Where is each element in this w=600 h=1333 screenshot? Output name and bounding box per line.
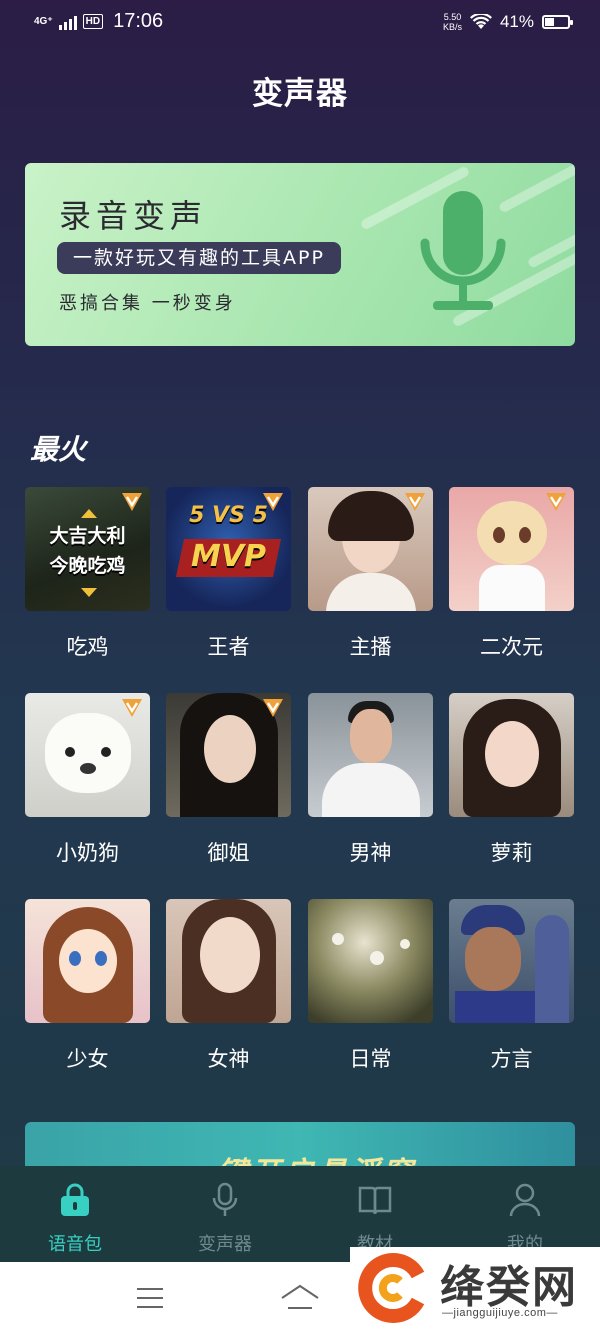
portrait-face (485, 721, 539, 787)
voice-pack-label: 方言 (490, 1047, 533, 1071)
voice-pack-label: 少女 (66, 1047, 109, 1071)
portrait-hair (328, 491, 414, 541)
voice-pack-item[interactable]: 主播 (308, 487, 433, 661)
voice-pack-label: 御姐 (207, 841, 250, 865)
voice-pack-label: 主播 (349, 635, 392, 659)
person-icon (509, 1183, 541, 1217)
voice-pack-thumbnail (25, 693, 150, 817)
banner-title: 录音变声 (59, 197, 208, 235)
watermark-logo-icon (358, 1253, 425, 1323)
record-banner[interactable]: 录音变声 一款好玩又有趣的工具APP 恶搞合集 一秒变身 (25, 163, 575, 346)
voice-pack-label: 吃鸡 (66, 635, 109, 659)
tab-voice-changer[interactable]: 变声器 (165, 1182, 285, 1256)
vip-badge-icon (405, 493, 425, 511)
voice-pack-thumbnail: 5 VS 5 MVP (166, 487, 291, 611)
thumb-caption: 大吉大利 (49, 525, 126, 547)
book-icon (358, 1186, 392, 1215)
battery-percent: 41% (499, 12, 534, 31)
tab-label: 语音包 (48, 1234, 102, 1255)
voice-pack-item[interactable]: 小奶狗 (25, 693, 150, 867)
voice-pack-thumbnail: 大吉大利 今晚吃鸡 (25, 487, 150, 611)
thumb-caption: MVP (190, 539, 267, 574)
vip-badge-icon (122, 699, 142, 717)
vip-badge-icon (546, 493, 566, 511)
voice-pack-item[interactable]: 日常 (308, 899, 433, 1073)
banner-subtitle: 恶搞合集 一秒变身 (59, 293, 236, 314)
voice-pack-label: 男神 (349, 841, 392, 865)
arrow-up-icon (81, 509, 97, 518)
voice-pack-item[interactable]: 御姐 (166, 693, 291, 867)
dandelion (332, 933, 344, 945)
vip-badge-icon (122, 493, 142, 511)
tab-mine[interactable]: 我的 (465, 1182, 585, 1256)
portrait-face (204, 715, 256, 783)
voice-pack-label: 女神 (207, 1047, 250, 1071)
voice-pack-thumbnail (449, 693, 574, 817)
voice-pack-item[interactable]: 男神 (308, 693, 433, 867)
voice-pack-thumbnail (449, 899, 574, 1023)
watermark-url: —jiangguijiuye.com— (442, 1307, 558, 1319)
dog-face (45, 713, 131, 793)
status-bar: 4G⁺ HD 17:06 5.50 KB/s 41% (0, 0, 600, 46)
voice-pack-thumbnail (449, 487, 574, 611)
voice-pack-item[interactable]: 女神 (166, 899, 291, 1073)
network-type: 4G⁺ (34, 15, 53, 27)
lock-bag-icon (61, 1183, 89, 1216)
tab-label: 变声器 (198, 1234, 252, 1255)
voice-pack-thumbnail (166, 693, 291, 817)
hd-badge: HD (82, 14, 104, 29)
wifi-icon (469, 14, 492, 29)
voice-pack-label: 王者 (207, 635, 250, 659)
clock: 17:06 (113, 10, 164, 32)
tab-materials[interactable]: 教材 (315, 1182, 435, 1256)
voice-pack-label: 二次元 (480, 635, 543, 659)
section-title-hot: 最火 (30, 433, 87, 466)
watermark-name: 绛癸网 (440, 1262, 578, 1313)
portrait-face (350, 709, 392, 763)
voice-pack-thumbnail (308, 487, 433, 611)
speed-value: 5.50 (443, 12, 462, 22)
voice-pack-item[interactable]: 二次元 (449, 487, 574, 661)
microphone-icon (420, 191, 506, 310)
speed-unit: KB/s (442, 22, 462, 32)
voice-pack-item[interactable]: 萝莉 (449, 693, 574, 867)
vip-badge-icon (263, 493, 283, 511)
signal-icon (58, 14, 77, 30)
page-title: 变声器 (252, 76, 348, 112)
network-speed: 5.50 KB/s (443, 12, 462, 32)
portrait-face (200, 917, 260, 993)
arrow-down-icon (81, 588, 97, 597)
portrait-face (465, 927, 521, 991)
voice-pack-label: 萝莉 (490, 841, 533, 865)
voice-pack-item[interactable]: 方言 (449, 899, 574, 1073)
battery-fill (545, 18, 554, 26)
banner-tagline: 一款好玩又有趣的工具APP (57, 242, 341, 274)
battery-icon (542, 15, 573, 29)
vip-badge-icon (263, 699, 283, 717)
voice-pack-label: 小奶狗 (56, 841, 119, 865)
cartoon-face (477, 501, 547, 565)
microphone-icon (212, 1182, 238, 1216)
voice-pack-item[interactable]: 大吉大利 今晚吃鸡 吃鸡 (25, 487, 150, 661)
voice-pack-item[interactable]: 5 VS 5 MVP 王者 (166, 487, 291, 661)
voice-pack-thumbnail (166, 899, 291, 1023)
cartoon-face (59, 929, 117, 993)
watermark: 绛癸网 —jiangguijiuye.com— (350, 1247, 600, 1333)
voice-pack-thumbnail (308, 693, 433, 817)
voice-pack-thumbnail (25, 899, 150, 1023)
tab-voice-pack[interactable]: 语音包 (15, 1182, 135, 1256)
thumb-caption: 今晚吃鸡 (49, 555, 126, 577)
shirt (322, 763, 420, 817)
home-icon[interactable] (280, 1284, 320, 1312)
voice-pack-item[interactable]: 少女 (25, 899, 150, 1073)
voice-pack-thumbnail (308, 899, 433, 1023)
menu-icon[interactable] (136, 1286, 164, 1310)
voice-pack-label: 日常 (349, 1047, 392, 1071)
